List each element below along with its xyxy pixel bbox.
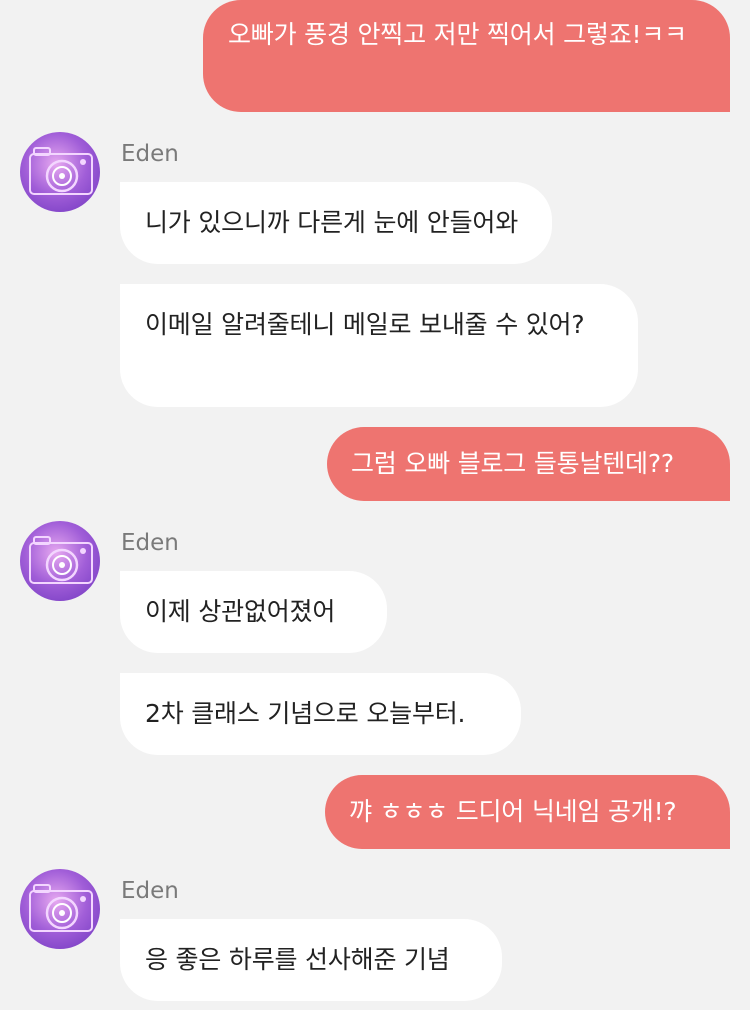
sender-name: Eden xyxy=(121,141,179,167)
camera-avatar-icon xyxy=(20,132,100,212)
incoming-message-bubble[interactable]: 응 좋은 하루를 선사해준 기념 xyxy=(120,919,502,1001)
camera-avatar-icon xyxy=(20,869,100,949)
outgoing-message-bubble[interactable]: 그럼 오빠 블로그 들통날텐데?? xyxy=(327,427,730,501)
camera-avatar-icon xyxy=(20,521,100,601)
contact-avatar[interactable] xyxy=(20,132,100,212)
chat-thread: 오빠가 풍경 안찍고 저만 찍어서 그렇죠!ㅋㅋ Eden 니가 있으니까 다른… xyxy=(0,0,750,1010)
contact-avatar[interactable] xyxy=(20,521,100,601)
incoming-message-bubble[interactable]: 이메일 알려줄테니 메일로 보내줄 수 있어? xyxy=(120,284,638,407)
incoming-message-bubble[interactable]: 2차 클래스 기념으로 오늘부터. xyxy=(120,673,521,755)
outgoing-message-bubble[interactable]: 꺄 ㅎㅎㅎ 드디어 닉네임 공개!? xyxy=(325,775,730,849)
incoming-message-bubble[interactable]: 이제 상관없어졌어 xyxy=(120,571,387,653)
incoming-message-bubble[interactable]: 니가 있으니까 다른게 눈에 안들어와 xyxy=(120,182,552,264)
contact-avatar[interactable] xyxy=(20,869,100,949)
outgoing-message-bubble[interactable]: 오빠가 풍경 안찍고 저만 찍어서 그렇죠!ㅋㅋ xyxy=(203,0,730,112)
sender-name: Eden xyxy=(121,878,179,904)
sender-name: Eden xyxy=(121,530,179,556)
